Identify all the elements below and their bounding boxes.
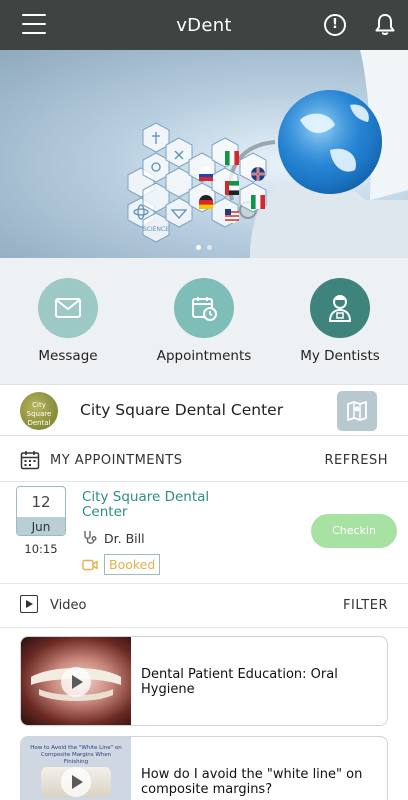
play-icon (61, 667, 91, 697)
video-thumbnail (21, 637, 131, 725)
calendar-clock-icon (192, 297, 217, 321)
video-item-title: How do I avoid the "white line" on compo… (141, 767, 363, 797)
envelope-icon (55, 298, 81, 318)
appointments-title: MY APPOINTMENTS (50, 453, 183, 468)
play-square-icon (20, 595, 38, 613)
filter-button[interactable]: FILTER (343, 598, 388, 613)
appointment-status: Booked (82, 554, 161, 575)
map-button[interactable] (337, 391, 377, 431)
appointments-circle (174, 278, 234, 338)
appointments-button[interactable]: Appointments (144, 278, 264, 364)
alert-icon[interactable]: ! (324, 14, 346, 36)
message-label: Message (38, 348, 98, 364)
calendar-icon (20, 451, 40, 470)
appointments-label: Appointments (156, 348, 252, 364)
video-item-title: Dental Patient Education: Oral Hygiene (141, 667, 338, 697)
my-dentists-label: My Dentists (300, 348, 380, 364)
message-circle (38, 278, 98, 338)
refresh-button[interactable]: REFRESH (325, 453, 389, 468)
quick-actions: Message Appointments My Dentists (0, 258, 408, 384)
message-button[interactable]: Message (8, 278, 128, 364)
video-item[interactable]: How to Avoid the "White Line" on Composi… (20, 736, 388, 800)
video-item[interactable]: Dental Patient Education: Oral Hygiene (20, 636, 388, 726)
appointment-date: 12 Jun (16, 486, 66, 536)
appointment-card[interactable]: 12 Jun 10:15 City Square Dental Center D… (0, 482, 408, 584)
stethoscope-icon (84, 531, 97, 544)
top-app-bar: vDent ! (0, 0, 408, 50)
checkin-button[interactable]: Checkin (311, 514, 397, 548)
app-title: vDent (176, 14, 232, 36)
video-header: Video FILTER (0, 584, 408, 628)
bell-icon[interactable] (372, 12, 398, 38)
my-dentists-circle (310, 278, 370, 338)
appointment-clinic-name: City Square Dental Center (82, 489, 210, 520)
carousel-indicators[interactable] (0, 245, 408, 250)
dentist-icon (328, 295, 352, 322)
appointment-doctor: Dr. Bill (82, 530, 145, 546)
appointment-time: 10:15 (24, 542, 58, 556)
video-camera-icon (82, 559, 98, 570)
clinic-name: City Square Dental Center (80, 401, 284, 419)
svg-text:SCIENCE: SCIENCE (143, 226, 169, 233)
video-title: Video (50, 598, 87, 613)
doctor-name: Dr. Bill (104, 530, 145, 546)
status-badge: Booked (104, 554, 161, 575)
map-icon (347, 401, 367, 421)
appointment-day: 12 (31, 493, 51, 511)
appointments-header: MY APPOINTMENTS REFRESH (0, 436, 408, 482)
clinic-logo: City Square Dental Centre (20, 392, 58, 430)
my-dentists-button[interactable]: My Dentists (280, 278, 400, 364)
clinic-row[interactable]: City Square Dental Centre City Square De… (0, 384, 408, 436)
video-list: Dental Patient Education: Oral Hygiene H… (0, 628, 408, 800)
banner-illustration: SCIENCE (127, 50, 408, 258)
play-icon (61, 767, 91, 797)
video-thumbnail: How to Avoid the "White Line" on Composi… (21, 737, 131, 800)
thumbnail-caption: How to Avoid the "White Line" on Composi… (30, 745, 122, 765)
appointment-month: Jun (17, 517, 65, 535)
hero-banner[interactable]: SCIENCE (0, 50, 408, 258)
